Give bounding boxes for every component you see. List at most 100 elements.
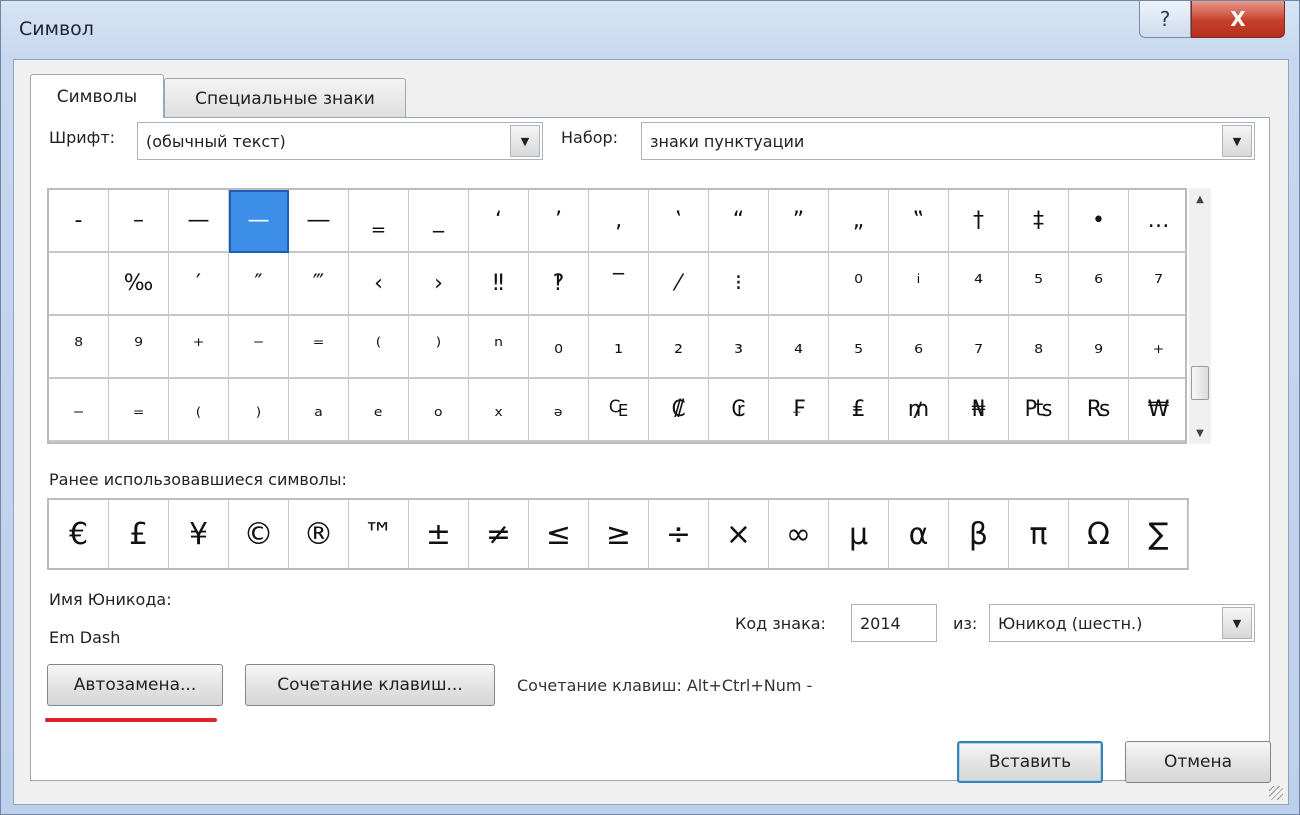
symbol-cell[interactable]: ‴ (289, 253, 349, 316)
symbol-cell[interactable]: ″ (229, 253, 289, 316)
symbol-cell[interactable]: ₨ (1069, 379, 1129, 442)
symbol-cell[interactable]: ” (769, 190, 829, 253)
symbol-cell[interactable]: ₇ (949, 316, 1009, 379)
symbol-cell[interactable]: ‡ (1009, 190, 1069, 253)
font-select[interactable]: (обычный текст) ▼ (137, 122, 543, 160)
symbol-cell[interactable]: ⁱ (889, 253, 949, 316)
symbol-cell[interactable]: ⁹ (109, 316, 169, 379)
symbol-cell[interactable]: ₠ (589, 379, 649, 442)
symbol-cell[interactable]: ₒ (409, 379, 469, 442)
symbol-cell[interactable]: ₉ (1069, 316, 1129, 379)
symbol-cell[interactable]: ⁻ (229, 316, 289, 379)
symbol-cell[interactable]: ⁰ (829, 253, 889, 316)
cancel-button[interactable]: Отмена (1125, 741, 1271, 783)
recent-symbol-cell[interactable]: ≤ (529, 500, 589, 568)
symbol-cell[interactable]: ₅ (829, 316, 889, 379)
recent-symbol-cell[interactable]: ± (409, 500, 469, 568)
symbol-cell[interactable]: ‹ (349, 253, 409, 316)
symbol-cell[interactable]: ₩ (1129, 379, 1185, 442)
symbol-cell[interactable]: ₎ (229, 379, 289, 442)
symbol-cell[interactable]: † (949, 190, 1009, 253)
char-code-input[interactable]: 2014 (851, 604, 937, 642)
symbol-cell[interactable]: ⁷ (1129, 253, 1185, 316)
symbol-cell[interactable]: ₂ (649, 316, 709, 379)
recent-symbol-cell[interactable]: ™ (349, 500, 409, 568)
symbol-cell[interactable]: ― (289, 190, 349, 253)
symbol-cell[interactable]: ₈ (1009, 316, 1069, 379)
symbol-cell[interactable]: ‟ (889, 190, 949, 253)
symbol-cell[interactable]: ₄ (769, 316, 829, 379)
symbol-cell[interactable]: ⁼ (289, 316, 349, 379)
recent-symbol-cell[interactable]: ÷ (649, 500, 709, 568)
recent-symbol-cell[interactable]: Ω (1069, 500, 1129, 568)
tab-symbols[interactable]: Символы (30, 74, 164, 118)
symbol-cell[interactable]: ₦ (949, 379, 1009, 442)
tab-special-characters[interactable]: Специальные знаки (164, 78, 406, 118)
symbol-cell[interactable]: ′ (169, 253, 229, 316)
code-type-select[interactable]: Юникод (шестн.) ▼ (989, 604, 1255, 642)
autocorrect-button[interactable]: Автозамена... (47, 664, 223, 706)
recent-symbol-cell[interactable]: ≠ (469, 500, 529, 568)
symbol-cell[interactable]: ‼ (469, 253, 529, 316)
symbol-cell[interactable]: — (229, 190, 289, 253)
symbol-cell[interactable]: ₍ (169, 379, 229, 442)
symbol-cell[interactable]: ’ (529, 190, 589, 253)
symbol-cell[interactable]: ₐ (289, 379, 349, 442)
symbol-cell[interactable] (769, 253, 829, 316)
symbol-cell[interactable]: ⁴ (949, 253, 1009, 316)
symbol-cell[interactable]: ₤ (829, 379, 889, 442)
symbol-cell[interactable]: – (109, 190, 169, 253)
scrollbar-thumb[interactable] (1191, 366, 1209, 400)
recent-symbol-cell[interactable]: α (889, 500, 949, 568)
symbol-cell[interactable]: ₊ (1129, 316, 1185, 379)
symbol-cell[interactable]: ⁶ (1069, 253, 1129, 316)
symbol-cell[interactable]: ‚ (589, 190, 649, 253)
symbol-cell[interactable]: ₧ (1009, 379, 1069, 442)
symbol-cell[interactable]: — (169, 190, 229, 253)
chevron-down-icon[interactable]: ▼ (1222, 607, 1252, 639)
recent-symbol-cell[interactable]: ¥ (169, 500, 229, 568)
symbol-cell[interactable]: ⁿ (469, 316, 529, 379)
symbol-cell[interactable]: ‛ (649, 190, 709, 253)
symbol-cell[interactable]: ⁝ (709, 253, 769, 316)
scroll-up-icon[interactable]: ▲ (1189, 188, 1211, 210)
symbol-cell[interactable]: ⁽ (349, 316, 409, 379)
chevron-down-icon[interactable]: ▼ (510, 125, 540, 157)
insert-button[interactable]: Вставить (957, 741, 1103, 783)
symbol-cell[interactable]: ‗ (349, 190, 409, 253)
symbol-cell[interactable]: ₡ (649, 379, 709, 442)
symbol-cell[interactable]: ‽ (529, 253, 589, 316)
symbol-cell[interactable]: „ (829, 190, 889, 253)
symbol-cell[interactable]: ₃ (709, 316, 769, 379)
symbol-cell[interactable]: ‾ (589, 253, 649, 316)
recent-symbol-cell[interactable]: β (949, 500, 1009, 568)
symbol-cell[interactable]: ₆ (889, 316, 949, 379)
symbol-cell[interactable]: ₔ (529, 379, 589, 442)
symbol-cell[interactable]: ₣ (769, 379, 829, 442)
subset-select[interactable]: знаки пунктуации ▼ (641, 122, 1255, 160)
recent-symbol-cell[interactable]: ∑ (1129, 500, 1189, 568)
symbol-cell[interactable] (49, 253, 109, 316)
close-button[interactable]: X (1191, 1, 1285, 38)
symbol-cell[interactable]: ₥ (889, 379, 949, 442)
symbol-cell[interactable]: ⁄ (649, 253, 709, 316)
help-button[interactable]: ? (1139, 1, 1191, 38)
symbol-cell[interactable]: ₁ (589, 316, 649, 379)
recent-symbol-cell[interactable]: π (1009, 500, 1069, 568)
symbol-cell[interactable]: … (1129, 190, 1185, 253)
recent-symbol-cell[interactable]: × (709, 500, 769, 568)
recent-symbol-cell[interactable]: ® (289, 500, 349, 568)
symbol-cell[interactable]: ₑ (349, 379, 409, 442)
recent-symbol-cell[interactable]: ≥ (589, 500, 649, 568)
recent-symbol-cell[interactable]: µ (829, 500, 889, 568)
symbol-cell[interactable]: › (409, 253, 469, 316)
recent-symbol-cell[interactable]: € (49, 500, 109, 568)
symbol-cell[interactable]: ₀ (529, 316, 589, 379)
recent-symbol-cell[interactable]: © (229, 500, 289, 568)
symbol-cell[interactable]: ‘ (469, 190, 529, 253)
chevron-down-icon[interactable]: ▼ (1222, 125, 1252, 157)
symbol-cell[interactable]: ⁵ (1009, 253, 1069, 316)
symbol-cell[interactable]: ‐ (49, 190, 109, 253)
symbol-cell[interactable]: ⁺ (169, 316, 229, 379)
symbol-cell[interactable]: ₢ (709, 379, 769, 442)
